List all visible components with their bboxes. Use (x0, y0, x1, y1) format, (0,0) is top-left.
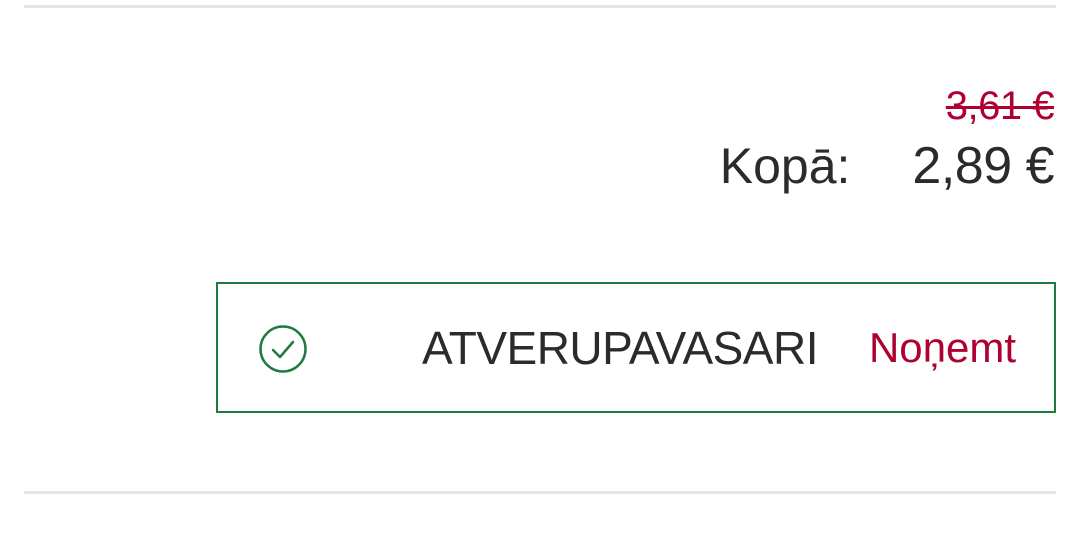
bottom-divider (24, 491, 1056, 494)
remove-coupon-link[interactable]: Noņemt (869, 320, 1016, 376)
cart-summary: 3,61 € Kopā: 2,89 € ATVERUPAVASARI Noņem… (0, 0, 1080, 538)
total-label: Kopā: (719, 138, 851, 194)
applied-coupon: ATVERUPAVASARI Noņemt (216, 282, 1056, 413)
coupon-code: ATVERUPAVASARI (421, 322, 819, 374)
original-price: 3,61 € (945, 84, 1055, 128)
total-row: Kopā: 2,89 € (719, 136, 1055, 196)
top-divider (24, 5, 1056, 8)
check-circle-icon (259, 325, 307, 373)
total-value: 2,89 € (912, 137, 1054, 195)
